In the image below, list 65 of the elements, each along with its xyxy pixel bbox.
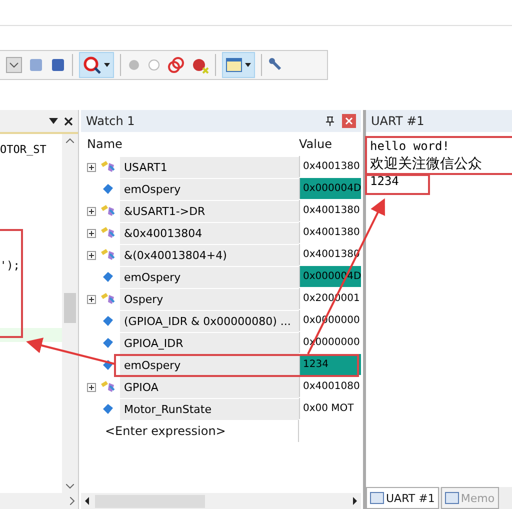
circles-icon[interactable]	[167, 56, 185, 74]
scroll-down-icon[interactable]	[66, 484, 74, 489]
code-line: ');	[0, 258, 21, 274]
watch-name[interactable]: GPIOA_IDR	[120, 332, 299, 354]
watch-name[interactable]: GPIOA	[120, 376, 299, 398]
watch-name[interactable]: &0x40013804	[120, 222, 299, 244]
variable-icon	[102, 183, 114, 195]
close-icon[interactable]	[64, 116, 73, 126]
struct-icon	[100, 380, 116, 394]
panel-tab[interactable]: UART #1	[366, 487, 439, 509]
variable-icon	[102, 271, 114, 283]
struct-icon	[100, 160, 116, 174]
watch-name[interactable]: emOspery	[120, 354, 299, 376]
watch-name[interactable]: emOspery	[120, 178, 299, 200]
expand-icon[interactable]	[87, 206, 96, 216]
caret-icon[interactable]	[245, 63, 251, 67]
watch-value[interactable]: 0x4001380	[299, 222, 361, 243]
watch-value[interactable]: 0x4001080	[299, 376, 361, 397]
expand-icon[interactable]	[87, 162, 96, 172]
terminal-line: hello word!	[370, 138, 450, 155]
watch-name[interactable]: Ospery	[120, 288, 299, 310]
struct-icon	[100, 248, 116, 262]
caret-icon[interactable]	[49, 118, 58, 124]
watch-value[interactable]: 0x4001380	[299, 200, 361, 221]
watch-value[interactable]: 0x000004D	[299, 178, 361, 199]
terminal-line: 1234	[370, 173, 399, 190]
struct-icon	[100, 292, 116, 306]
scroll-right-icon[interactable]	[353, 497, 358, 505]
variable-icon	[102, 315, 114, 327]
column-header[interactable]: Value	[296, 137, 361, 151]
dropdown-icon[interactable]	[6, 57, 22, 73]
watch-name[interactable]: emOspery	[120, 266, 299, 288]
grid-icon	[444, 492, 459, 504]
watch-name[interactable]: (GPIOA_IDR & 0x00000080) ...	[120, 310, 299, 332]
debug-icon[interactable]	[83, 56, 101, 74]
code-line: OTOR_ST	[0, 142, 48, 158]
panel-title: Watch 1	[86, 114, 135, 128]
terminal-line: 欢迎关注微信公众	[370, 155, 482, 173]
clear-breakpoints-icon[interactable]	[191, 56, 209, 74]
struct-icon	[100, 226, 116, 240]
scroll-up-icon[interactable]	[66, 138, 74, 143]
wrench-icon[interactable]	[268, 57, 284, 73]
expression-field[interactable]: <Enter expression>	[81, 424, 298, 438]
expand-icon[interactable]	[87, 250, 96, 260]
watch-value[interactable]: 0x4001380	[299, 156, 361, 177]
expand-icon[interactable]	[87, 228, 96, 238]
scrollbar-thumb[interactable]	[64, 293, 76, 323]
watch-name[interactable]: Motor_RunState	[120, 398, 299, 420]
column-header[interactable]: Name	[81, 137, 296, 151]
watch-name[interactable]: &(0x40013804+4)	[120, 244, 299, 266]
watch-name[interactable]: &USART1->DR	[120, 200, 299, 222]
expand-icon[interactable]	[87, 294, 96, 304]
expand-icon[interactable]	[87, 382, 96, 392]
watch-name[interactable]: USART1	[120, 156, 299, 178]
caret-icon[interactable]	[104, 63, 110, 67]
terminal-icon	[370, 492, 384, 504]
scroll-left-icon[interactable]	[84, 497, 89, 505]
panel-title: UART #1	[371, 114, 424, 128]
variable-icon	[102, 359, 114, 371]
variable-icon	[102, 403, 114, 415]
scrollbar-thumb[interactable]	[95, 494, 205, 508]
window-icon[interactable]	[226, 58, 242, 72]
struct-icon	[100, 204, 116, 218]
variable-icon	[102, 337, 114, 349]
pin-icon[interactable]	[326, 116, 334, 126]
